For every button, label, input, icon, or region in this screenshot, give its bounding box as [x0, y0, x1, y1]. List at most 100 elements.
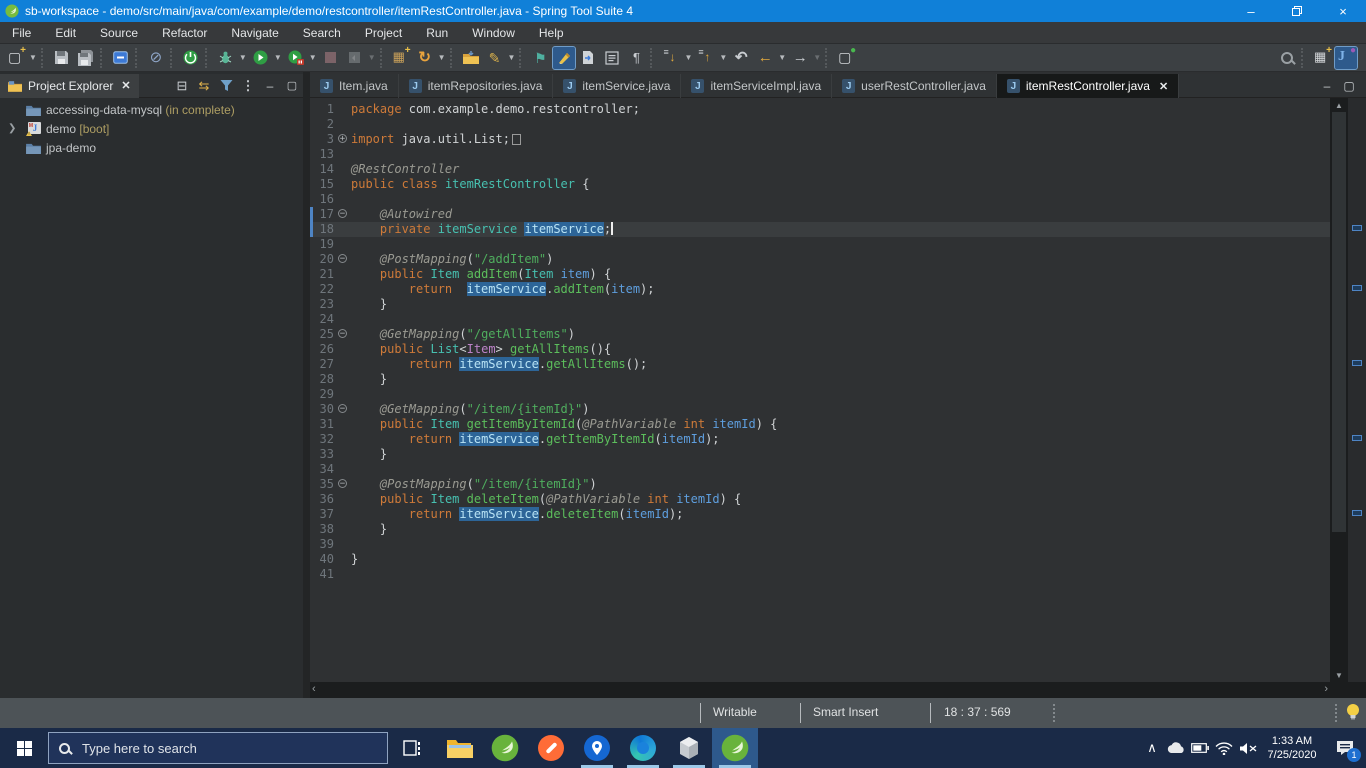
- code-line-23[interactable]: 23 }: [310, 297, 1330, 312]
- open-perspective-button[interactable]: ▦+: [1311, 47, 1333, 69]
- code-line-24[interactable]: 24: [310, 312, 1330, 327]
- java-perspective-button[interactable]: J●: [1335, 47, 1357, 69]
- vertical-scrollbar[interactable]: ▲ ▼: [1330, 98, 1348, 682]
- forward-button[interactable]: →: [789, 47, 811, 69]
- code-line-15[interactable]: 15public class itemRestController {: [310, 177, 1330, 192]
- profile-button[interactable]: [285, 47, 307, 69]
- restore-button[interactable]: [1274, 0, 1320, 22]
- new-java-element-button-dropdown[interactable]: ▼: [508, 53, 516, 62]
- tree-item-jpa-demo[interactable]: jpa-demo: [0, 138, 303, 157]
- fold-column[interactable]: +: [337, 132, 351, 147]
- occurrence-marker[interactable]: [1352, 510, 1362, 516]
- volume-muted-icon[interactable]: [1236, 728, 1260, 768]
- tree-item-accessing-data-mysql[interactable]: accessing-data-mysql (in complete): [0, 100, 303, 119]
- show-whitespace-button[interactable]: ¶: [625, 47, 647, 69]
- code-line-18[interactable]: 18 private itemService itemService;: [310, 222, 1330, 237]
- code-line-19[interactable]: 19: [310, 237, 1330, 252]
- code-line-33[interactable]: 33 }: [310, 447, 1330, 462]
- update-project-button[interactable]: ↻: [414, 47, 436, 69]
- maximize-editor-icon[interactable]: ▢: [1338, 79, 1360, 93]
- expander-chevron-icon[interactable]: ❯: [8, 123, 16, 134]
- task-view-button[interactable]: [388, 728, 436, 768]
- menu-project[interactable]: Project: [353, 22, 414, 44]
- profile-button-dropdown[interactable]: ▼: [309, 53, 317, 62]
- overview-ruler[interactable]: [1348, 98, 1366, 682]
- onedrive-icon[interactable]: [1164, 728, 1188, 768]
- folded-region-icon[interactable]: [512, 134, 521, 145]
- relaunch-button-dropdown[interactable]: ▼: [368, 53, 376, 62]
- menu-window[interactable]: Window: [460, 22, 527, 44]
- back-button[interactable]: ←: [754, 47, 776, 69]
- code-line-35[interactable]: 35− @PostMapping("/item/{itemId}"): [310, 477, 1330, 492]
- menu-file[interactable]: File: [0, 22, 43, 44]
- battery-icon[interactable]: [1188, 728, 1212, 768]
- fold-column[interactable]: −: [337, 252, 351, 267]
- prev-annotation-button[interactable]: ≡↑: [695, 47, 717, 69]
- devtools-restart-button[interactable]: [180, 47, 202, 69]
- taskbar-app-file-explorer[interactable]: [436, 728, 482, 768]
- code-line-36[interactable]: 36 public Item deleteItem(@PathVariable …: [310, 492, 1330, 507]
- editor-tab-itemServiceImpl.java[interactable]: JitemServiceImpl.java: [681, 74, 832, 98]
- fold-column[interactable]: −: [337, 207, 351, 222]
- menu-help[interactable]: Help: [527, 22, 576, 44]
- code-line-26[interactable]: 26 public List<Item> getAllItems(){: [310, 342, 1330, 357]
- occurrence-marker[interactable]: [1352, 435, 1362, 441]
- fold-column[interactable]: −: [337, 402, 351, 417]
- code-line-20[interactable]: 20− @PostMapping("/addItem"): [310, 252, 1330, 267]
- code-line-14[interactable]: 14@RestController: [310, 162, 1330, 177]
- minimize-button[interactable]: –: [1228, 0, 1274, 22]
- tree-item-demo[interactable]: ❯JM!demo [boot]: [0, 119, 303, 138]
- start-button[interactable]: [0, 728, 48, 768]
- occurrence-marker[interactable]: [1352, 360, 1362, 366]
- taskbar-app-microsoft-edge[interactable]: [620, 728, 666, 768]
- taskbar-search-input[interactable]: Type here to search: [48, 732, 388, 764]
- wifi-icon[interactable]: [1212, 728, 1236, 768]
- next-annotation-button-dropdown[interactable]: ▼: [684, 53, 692, 62]
- code-line-17[interactable]: 17− @Autowired: [310, 207, 1330, 222]
- code-line-39[interactable]: 39: [310, 537, 1330, 552]
- code-line-16[interactable]: 16: [310, 192, 1330, 207]
- taskbar-app-3d-viewer[interactable]: [666, 728, 712, 768]
- open-declaration-button[interactable]: [577, 47, 599, 69]
- editor-tab-userRestController.java[interactable]: JuserRestController.java: [832, 74, 997, 98]
- show-selected-element-button[interactable]: [601, 47, 623, 69]
- update-project-button-dropdown[interactable]: ▼: [438, 53, 446, 62]
- menu-search[interactable]: Search: [291, 22, 353, 44]
- code-line-32[interactable]: 32 return itemService.getItemByItemId(it…: [310, 432, 1330, 447]
- close-tab-icon[interactable]: ✕: [1159, 80, 1168, 93]
- code-line-3[interactable]: 3+import java.util.List;: [310, 132, 1330, 147]
- taskbar-app-spring-tool-suite-window[interactable]: [712, 728, 758, 768]
- filter-button[interactable]: [215, 75, 237, 97]
- pin-editor-button[interactable]: ▢●: [835, 47, 857, 69]
- minimize-editor-icon[interactable]: –: [1316, 79, 1338, 93]
- back-button-dropdown[interactable]: ▼: [778, 53, 786, 62]
- code-line-29[interactable]: 29: [310, 387, 1330, 402]
- close-button[interactable]: ×: [1320, 0, 1366, 22]
- vertical-scroll-thumb[interactable]: [1332, 112, 1346, 532]
- new-working-set-button[interactable]: ▦+: [390, 47, 412, 69]
- stop-button[interactable]: [320, 47, 342, 69]
- taskbar-app-spring-tool-suite[interactable]: [482, 728, 528, 768]
- fold-column[interactable]: −: [337, 327, 351, 342]
- code-line-21[interactable]: 21 public Item addItem(Item item) {: [310, 267, 1330, 282]
- code-line-1[interactable]: 1package com.example.demo.restcontroller…: [310, 102, 1330, 117]
- import-button[interactable]: [460, 47, 482, 69]
- relaunch-button[interactable]: [344, 47, 366, 69]
- editor-tab-itemRestController.java[interactable]: JitemRestController.java✕: [997, 74, 1179, 98]
- taskbar-app-postman[interactable]: [528, 728, 574, 768]
- run-button[interactable]: [250, 47, 272, 69]
- code-line-37[interactable]: 37 return itemService.deleteItem(itemId)…: [310, 507, 1330, 522]
- run-button-dropdown[interactable]: ▼: [274, 53, 282, 62]
- code-line-34[interactable]: 34: [310, 462, 1330, 477]
- code-line-13[interactable]: 13: [310, 147, 1330, 162]
- panel-sash[interactable]: [303, 72, 310, 698]
- code-line-38[interactable]: 38 }: [310, 522, 1330, 537]
- taskbar-app-map-pin-app[interactable]: [574, 728, 620, 768]
- scroll-left-icon[interactable]: ‹: [312, 683, 316, 695]
- scroll-right-icon[interactable]: ›: [1324, 683, 1328, 695]
- view-menu-button[interactable]: ⋮: [237, 75, 259, 97]
- new-java-element-button[interactable]: ✎: [484, 47, 506, 69]
- boot-dashboard-button[interactable]: [110, 47, 132, 69]
- new-wizard-button[interactable]: ▢+: [5, 47, 27, 69]
- close-view-icon[interactable]: ✕: [121, 79, 130, 92]
